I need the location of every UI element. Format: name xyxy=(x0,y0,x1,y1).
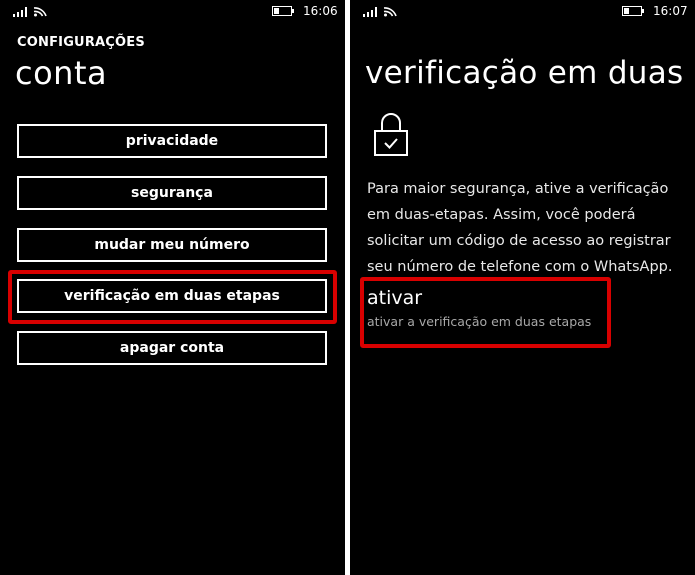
page-title: conta xyxy=(15,54,108,92)
two-step-verification-screen: 16:07 verificação em duas e Para maior s… xyxy=(350,0,695,575)
highlight-box xyxy=(360,277,611,348)
wifi-icon xyxy=(33,7,47,17)
status-bar: 16:07 xyxy=(350,0,695,24)
security-button[interactable]: segurança xyxy=(17,176,327,210)
app-title: CONFIGURAÇÕES xyxy=(17,35,145,50)
highlight-box xyxy=(8,270,337,324)
change-number-button[interactable]: mudar meu número xyxy=(17,228,327,262)
privacy-button[interactable]: privacidade xyxy=(17,124,327,158)
account-settings-screen: 16:06 CONFIGURAÇÕES conta privacidade se… xyxy=(0,0,345,575)
status-bar: 16:06 xyxy=(0,0,345,24)
clock: 16:06 xyxy=(303,4,338,18)
description-text: Para maior segurança, ative a verificaçã… xyxy=(367,181,673,275)
delete-account-button[interactable]: apagar conta xyxy=(17,331,327,365)
signal-icon xyxy=(13,7,29,17)
lock-check-icon xyxy=(374,113,408,156)
clock: 16:07 xyxy=(653,4,688,18)
signal-icon xyxy=(363,7,379,17)
page-title: verificação em duas e xyxy=(365,55,695,91)
wifi-icon xyxy=(383,7,397,17)
battery-icon xyxy=(272,6,294,16)
battery-icon xyxy=(622,6,644,16)
